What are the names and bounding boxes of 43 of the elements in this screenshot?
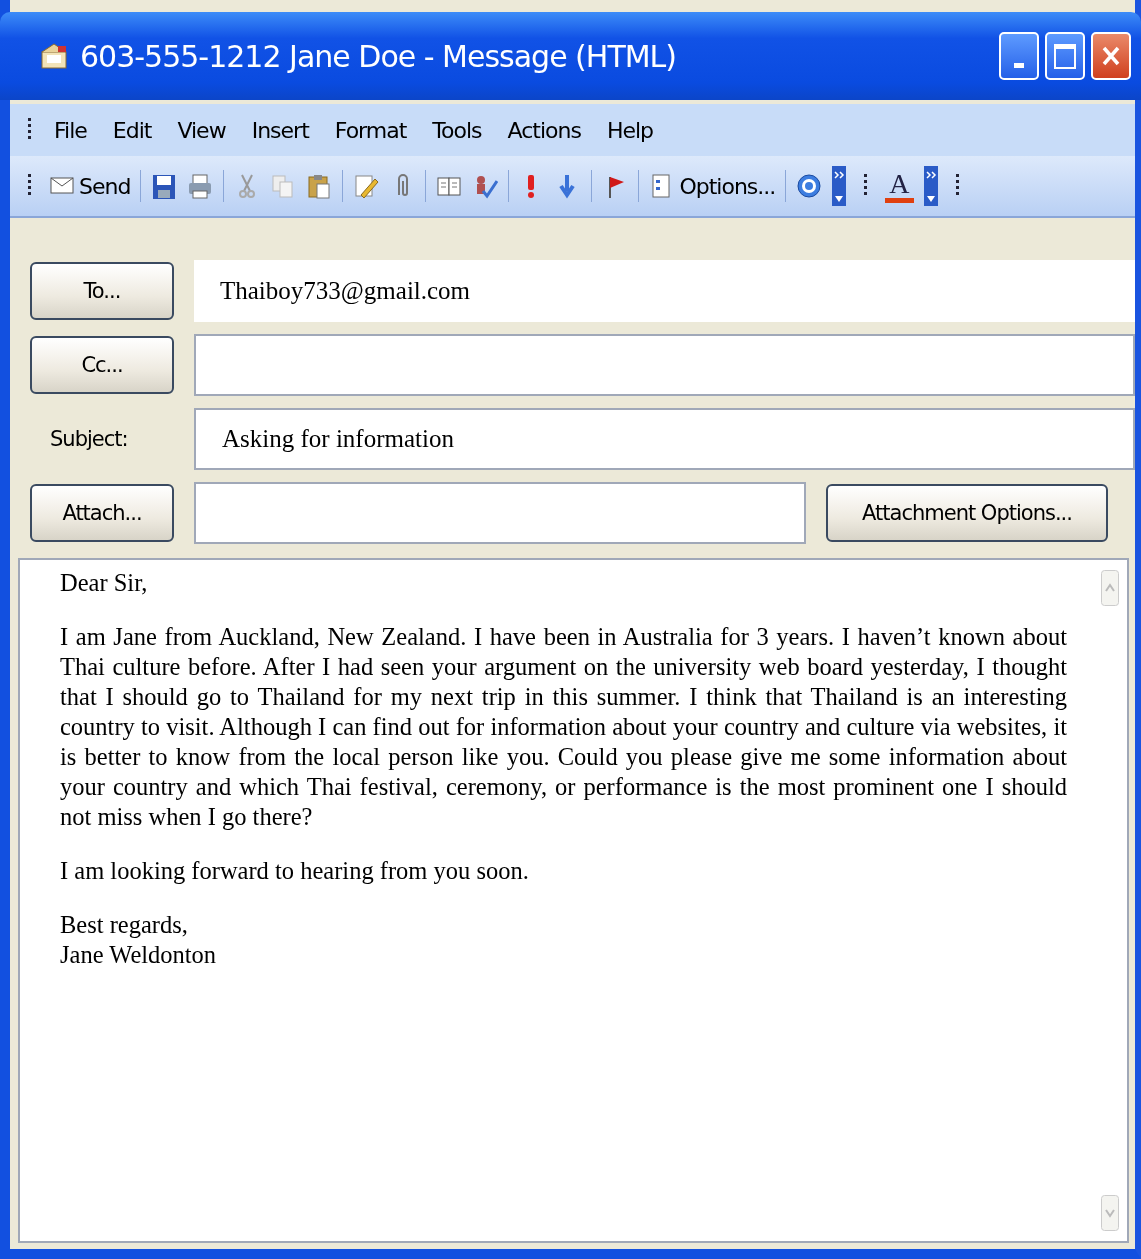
pencil-page-icon[interactable] [353, 173, 380, 199]
message-body[interactable] [18, 558, 1129, 1243]
body-text: Dear Sir, [60, 569, 148, 596]
clipboard-icon[interactable] [306, 173, 333, 199]
save-icon[interactable] [151, 173, 178, 199]
window-title: 603-555-1212 Jane Doe - Message (HTML) [80, 38, 676, 74]
envelope-icon [40, 42, 70, 70]
attachment-field[interactable] [194, 482, 806, 544]
body-text: Best regards, [60, 911, 188, 938]
grip-handle[interactable] [955, 174, 959, 198]
help-icon[interactable] [796, 173, 823, 199]
grip-handle[interactable] [28, 118, 31, 142]
menu-item[interactable]: View [166, 117, 237, 143]
menu-item[interactable]: Help [595, 117, 665, 143]
attachment-options-button[interactable]: Attachment Options... [826, 484, 1108, 542]
menu-item[interactable]: Tools [421, 117, 493, 143]
menu-item[interactable]: Edit [101, 117, 163, 143]
chevron-icon[interactable] [923, 166, 938, 206]
cc-button[interactable]: Cc... [30, 336, 174, 394]
menu-item[interactable]: File [43, 117, 98, 143]
send-button[interactable]: Send [49, 173, 131, 199]
font-color-button[interactable]: A [885, 169, 914, 203]
options-button[interactable]: Options... [649, 173, 776, 199]
attach-button[interactable]: Attach... [30, 484, 174, 542]
minimize-button[interactable] [999, 32, 1039, 80]
subject-label: Subject: [49, 427, 128, 451]
body-text: Jane Weldonton [60, 941, 217, 968]
cc-field[interactable] [194, 334, 1135, 396]
printer-icon[interactable] [187, 173, 214, 199]
grip-handle[interactable] [28, 174, 31, 198]
menu-item[interactable]: Format [323, 117, 418, 143]
close-icon [1101, 45, 1121, 67]
menu-item[interactable]: Actions [496, 117, 592, 143]
close-button[interactable] [1091, 32, 1131, 80]
body-text: I am looking forward to hearing from you soon. [60, 857, 529, 884]
body-text: I am Jane from Auckland, New Zealand. I have been in Australia for 3 years. I haven’t known about Thai culture before. After I had seen your argument on the university web board yesterday, I thought that I should go to Thailand for my next trip in this summer. I think that Thailand is an interesting country to visit. Although I can find out for information about your country and culture via websites, it is better to know from the local person like you. Could you please give me some information about your country and which Thai festival, ceremony, or performance is the most prominent one I should not miss when I go there? [60, 623, 1067, 830]
maximize-button[interactable] [1045, 32, 1085, 80]
grip-handle[interactable] [864, 174, 868, 198]
subject-field[interactable]: Asking for information [194, 408, 1135, 470]
chevron-icon[interactable] [832, 166, 847, 206]
to-field[interactable]: Thaiboy733@gmail.com [194, 260, 1135, 322]
menu-item[interactable]: Insert [240, 117, 320, 143]
to-button[interactable]: To... [30, 262, 174, 320]
